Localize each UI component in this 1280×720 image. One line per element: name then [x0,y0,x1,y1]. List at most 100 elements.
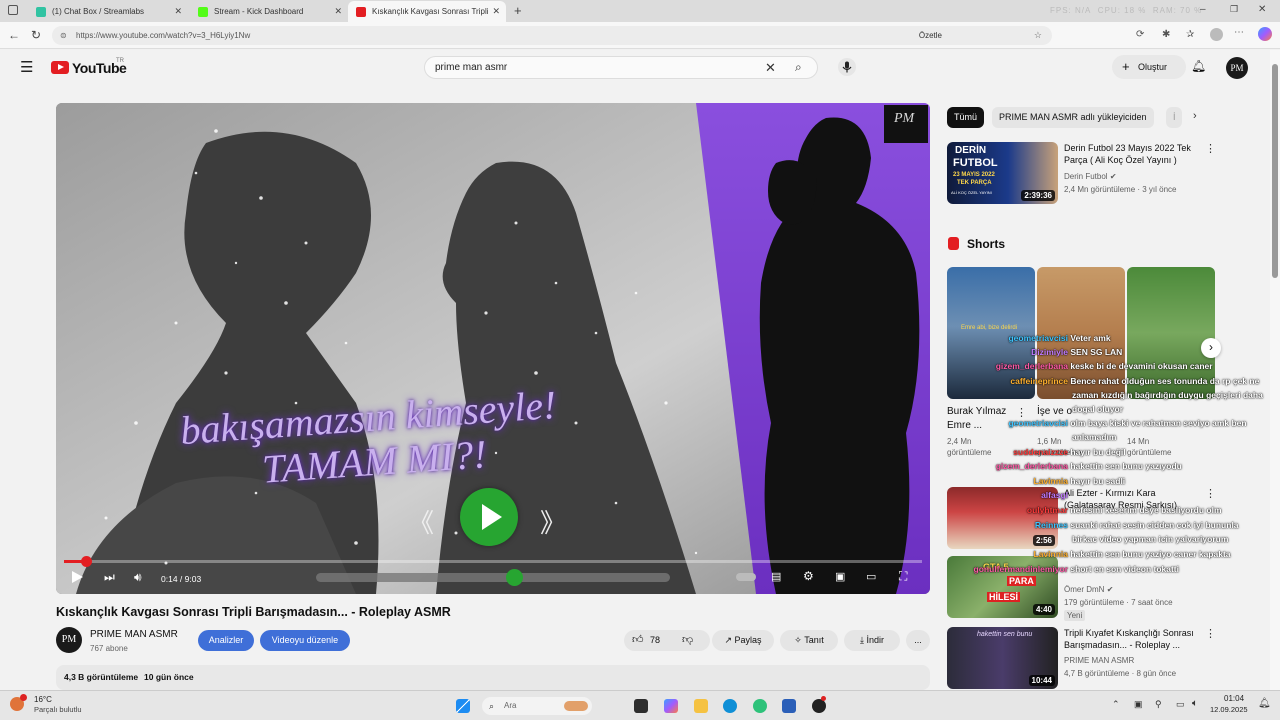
close-icon[interactable]: ✕ [492,6,500,17]
more-actions-button[interactable]: ... [906,630,930,651]
taskbar-search[interactable]: ⌕ Ara [482,697,592,715]
tray-app-icon[interactable]: ▣ [1134,699,1143,710]
short-2-title[interactable]: İşe ve o [1037,405,1072,419]
rec4-title[interactable]: Tripli Kıyafet Kıskançlığı Sonrası Barışm… [1064,627,1194,651]
autoplay-toggle[interactable] [736,573,756,581]
chips-next-icon[interactable]: › [1193,110,1197,122]
rewind-icon[interactable]: 《 [408,503,434,540]
extensions-icon[interactable]: ✱ [1162,29,1170,40]
clock-date[interactable]: 12.09.2025 [1210,705,1248,714]
create-button[interactable]: + Oluştur [1112,55,1186,79]
clock-time[interactable]: 01:04 [1224,694,1244,703]
page-scrollbar[interactable] [1270,50,1280,690]
close-icon[interactable]: ✕ [174,6,182,17]
network-icon[interactable]: ▭ [1176,699,1185,710]
copilot-taskbar-icon[interactable] [664,699,678,713]
task-view-icon[interactable] [634,699,648,713]
speaker-icon[interactable]: 🔈︎ [1192,698,1198,709]
search-icon[interactable]: ⌕ [795,57,802,78]
chat-line: gizem_derlerbana hakettin sen bunu yazıy… [995,461,1182,471]
analytics-button[interactable]: Analizler [198,630,254,651]
share-button[interactable]: ↗ Paylaş [712,630,774,651]
promote-button[interactable]: ✧ Tanıt [780,630,838,651]
tab-actions-icon[interactable] [8,5,18,15]
profile-icon[interactable] [1210,28,1223,41]
notifications-bell-icon[interactable]: 🔔︎ [1191,59,1206,73]
progress-bar[interactable] [64,556,922,567]
channel-avatar[interactable]: PM [56,627,82,653]
account-avatar[interactable]: PM [1226,57,1248,79]
file-explorer-icon[interactable] [694,699,708,713]
theater-mode-icon[interactable]: ▭ [866,570,876,583]
youtube-logo-icon[interactable] [51,61,69,74]
weather-desc: Parçalı bulutlu [34,705,82,714]
voice-search-button[interactable] [838,58,856,76]
maximize-button[interactable]: ❐ [1230,4,1238,15]
chip-from-uploader[interactable]: PRIME MAN ASMR adlı yükleyiciden [992,107,1154,128]
hamburger-menu-icon[interactable]: ☰ [20,60,33,75]
tray-chevron-icon[interactable]: ⌃ [1112,699,1120,710]
close-window-button[interactable]: ✕ [1258,4,1266,15]
back-icon[interactable]: ← [8,28,20,42]
next-video-icon[interactable]: ⏭︎ [104,570,115,585]
close-icon[interactable]: ✕ [334,6,342,17]
chip-all[interactable]: Tümü [947,107,985,128]
fullscreen-icon[interactable]: ⛶ [899,569,907,584]
rec4-menu-icon[interactable]: ⋮ [1205,627,1216,640]
menu-dots-icon[interactable]: ⋯ [1234,27,1244,38]
reload-icon[interactable]: ↻ [31,28,41,42]
rec4-thumbnail[interactable]: hakettin sen bunu 10:44 [947,627,1058,689]
edit-video-button[interactable]: Videoyu düzenle [260,630,350,651]
copilot-icon[interactable] [1258,27,1272,41]
rec1-thumbnail[interactable]: DERİN FUTBOL 23 MAYIS 2022 TEK PARÇA ALİ… [947,142,1058,204]
summarize-button[interactable]: Özetle [919,26,942,45]
rec1-title[interactable]: Derin Futbol 23 Mayıs 2022 Tek Parça ( Al… [1064,142,1191,166]
rec4-channel[interactable]: PRIME MAN ASMR [1064,655,1134,666]
favorite-star-icon[interactable]: ☆ [1034,26,1042,45]
refresh-icon[interactable]: ⟳ [1136,29,1144,40]
new-tab-button[interactable]: + [514,3,522,18]
download-button[interactable]: ⤓ İndir [844,630,900,651]
forward-icon[interactable]: 》 [540,503,566,540]
chat-line: birkac video yapman icin yalvariyorum [1072,534,1229,544]
minimize-button[interactable]: – [1200,4,1206,15]
clear-search-icon[interactable]: ✕ [765,57,776,78]
promote-icon: ✧ [794,635,805,645]
url-field[interactable]: ⊜ https://www.youtube.com/watch?v=3_H6Ly… [52,26,1052,45]
search-input[interactable]: prime man asmr ✕ ⌕ [424,56,818,79]
location-icon[interactable]: ⚲ [1155,699,1162,710]
tab-streamlabs[interactable]: (1) Chat Box / Streamlabs ✕ [28,1,188,22]
description-box[interactable]: 4,3 B görüntüleme 10 gün önce [56,665,930,690]
rec3-channel[interactable]: Ömer DmN ✔ [1064,584,1113,595]
subtitles-icon[interactable]: ▤ [771,570,781,583]
kick-app-icon[interactable] [753,699,767,713]
like-count: 78 [650,635,661,645]
store-icon[interactable] [782,699,796,713]
tab-kick[interactable]: Stream - Kick Dashboard ✕ [190,1,348,22]
notification-center-icon[interactable]: 🔔︎ [1258,698,1271,709]
dislike-icon[interactable]: 👎︎ [682,630,693,651]
shorts-next-button[interactable]: › [1201,338,1221,358]
favorites-icon[interactable]: ✰ [1186,29,1194,40]
like-icon[interactable]: 👍︎ [632,630,644,651]
rec1-channel[interactable]: Derin Futbol ✔ [1064,171,1117,182]
channel-name[interactable]: PRIME MAN ASMR [90,629,178,640]
play-pause-button[interactable] [72,571,83,583]
miniplayer-icon[interactable]: ▣ [835,570,845,583]
settings-gear-icon[interactable]: ⚙︎ [803,569,814,583]
tab-youtube[interactable]: Kıskançlık Kavgası Sonrası Tripli B ✕ [348,1,506,22]
start-button[interactable] [456,699,470,713]
chip-more[interactable]: İ [1166,107,1182,128]
volume-icon[interactable]: 🔊︎ [134,570,142,585]
scrollbar-thumb[interactable] [1272,64,1278,278]
channel-watermark[interactable]: PM [894,111,914,127]
chat-line: Reinnes suanki rahat sesin cidden cok iy… [1034,520,1239,530]
edge-browser-icon[interactable] [723,699,737,713]
rec2-menu-icon[interactable]: ⋮ [1205,487,1216,500]
obs-icon[interactable] [812,699,826,713]
rec1-menu-icon[interactable]: ⋮ [1205,142,1216,155]
big-play-button[interactable] [460,488,518,546]
volume-slider[interactable] [316,569,670,586]
video-player[interactable]: PM bakışamazsın kimseyle! TAMAM MI?! 《 》… [56,103,930,594]
site-info-icon[interactable]: ⊜ [60,26,67,45]
